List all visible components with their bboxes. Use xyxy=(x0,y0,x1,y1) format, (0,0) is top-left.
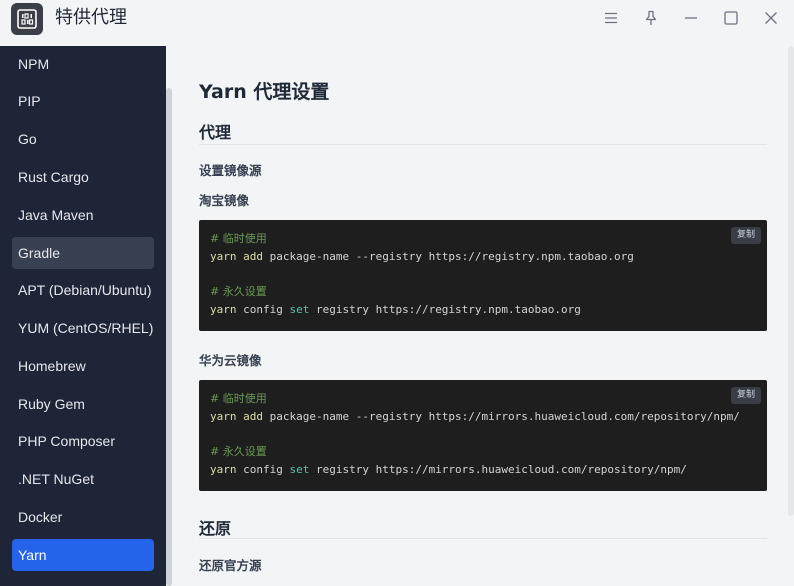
sidebar-item-yum[interactable]: YUM (CentOS/RHEL) xyxy=(12,312,154,344)
mirror-label-huawei: 华为云镜像 xyxy=(199,353,262,368)
app-icon xyxy=(11,3,43,35)
code-keyword: set xyxy=(289,303,310,316)
section-divider xyxy=(199,538,767,539)
code-line-perm: yarn config set registry https://mirrors… xyxy=(210,463,687,477)
code-args: package-name --registry https://registry… xyxy=(263,250,634,263)
code-line-perm: yarn config set registry https://registr… xyxy=(210,303,581,317)
pin-icon[interactable] xyxy=(637,5,665,31)
app-title: 特供代理 xyxy=(55,7,127,28)
sidebar-item-rust-cargo[interactable]: Rust Cargo xyxy=(12,161,154,193)
code-comment: # 临时使用 xyxy=(210,232,267,245)
subsection-title-set-mirror: 设置镜像源 xyxy=(199,163,262,178)
minimize-icon[interactable] xyxy=(677,5,705,31)
sidebar-item-go[interactable]: Go xyxy=(12,123,154,155)
copy-button[interactable]: 复制 xyxy=(730,227,761,244)
code-comment: # 临时使用 xyxy=(210,392,267,405)
sidebar-item-yarn[interactable]: Yarn xyxy=(12,539,154,571)
page-title: Yarn 代理设置 xyxy=(199,81,330,103)
code-line-temp: yarn add package-name --registry https:/… xyxy=(210,410,740,424)
code-args: package-name --registry https://mirrors.… xyxy=(263,410,740,423)
code-subcommand: config xyxy=(236,303,290,316)
sidebar-item-php-composer[interactable]: PHP Composer xyxy=(12,425,154,457)
code-keyword: add xyxy=(243,410,263,423)
code-args: registry https://mirrors.huaweicloud.com… xyxy=(309,463,687,476)
sidebar-item-npm[interactable]: NPM xyxy=(12,48,154,80)
subsection-title-restore-official: 还原官方源 xyxy=(199,558,262,573)
code-keyword: yarn xyxy=(210,410,237,423)
code-line-temp: yarn add package-name --registry https:/… xyxy=(210,250,634,264)
code-comment: # 永久设置 xyxy=(210,285,267,298)
sidebar-item-ruby-gem[interactable]: Ruby Gem xyxy=(12,388,154,420)
code-subcommand: config xyxy=(236,463,290,476)
code-block-taobao[interactable]: 复制 # 临时使用 yarn add package-name --regist… xyxy=(199,220,767,331)
sidebar-item-gradle[interactable]: Gradle xyxy=(12,237,154,269)
mirror-label-taobao: 淘宝镜像 xyxy=(199,193,250,208)
section-divider xyxy=(199,144,767,145)
code-keyword: add xyxy=(243,250,263,263)
sidebar-item-java-maven[interactable]: Java Maven xyxy=(12,199,154,231)
sidebar-item-apt[interactable]: APT (Debian/Ubuntu) xyxy=(12,274,154,306)
code-keyword: set xyxy=(289,463,310,476)
section-title-restore: 还原 xyxy=(199,519,232,538)
menu-icon[interactable] xyxy=(597,5,625,31)
copy-button[interactable]: 复制 xyxy=(730,387,761,404)
maximize-icon[interactable] xyxy=(717,5,745,31)
sidebar-scrollbar-thumb[interactable] xyxy=(166,88,172,586)
section-title-proxy: 代理 xyxy=(199,123,232,142)
code-comment: # 永久设置 xyxy=(210,445,267,458)
code-keyword: yarn xyxy=(210,463,237,476)
sidebar-item-dotnet-nuget[interactable]: .NET NuGet xyxy=(12,463,154,495)
code-keyword: yarn xyxy=(210,303,237,316)
title-bar: 特供代理 xyxy=(0,0,794,46)
close-icon[interactable] xyxy=(757,5,785,31)
code-args: registry https://registry.npm.taobao.org xyxy=(309,303,581,316)
main-scrollbar[interactable] xyxy=(788,46,794,516)
code-block-huawei[interactable]: 复制 # 临时使用 yarn add package-name --regist… xyxy=(199,380,767,491)
sidebar-item-homebrew[interactable]: Homebrew xyxy=(12,350,154,382)
sidebar-item-pip[interactable]: PIP xyxy=(12,85,154,117)
sidebar-item-docker[interactable]: Docker xyxy=(12,501,154,533)
code-keyword: yarn xyxy=(210,250,237,263)
